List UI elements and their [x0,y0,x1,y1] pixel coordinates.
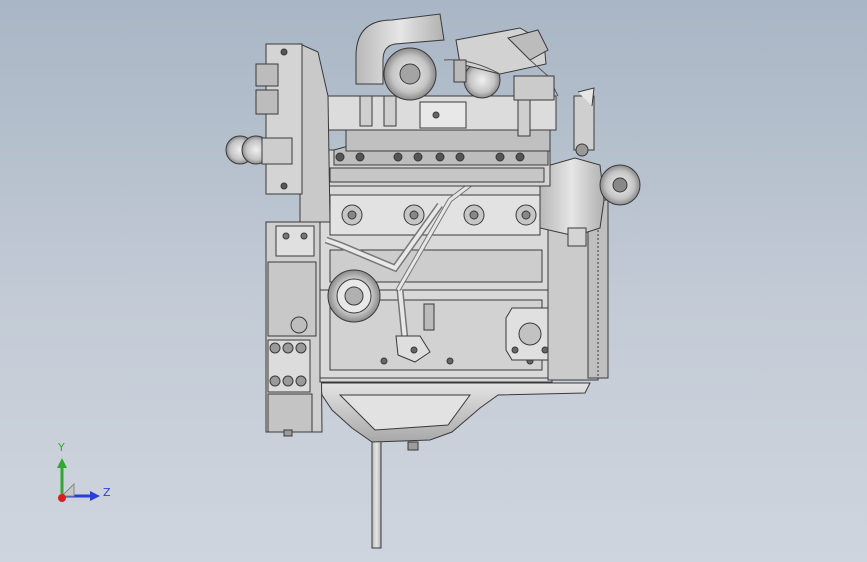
accessory-bracket [299,43,331,223]
z-axis-label: Z [103,486,111,499]
engine-3d-model[interactable] [0,0,867,562]
graphics-viewport[interactable]: Y Z [0,0,867,562]
y-axis-arrow-icon [57,458,67,496]
dipstick-tube [371,439,382,549]
y-axis-label: Y [58,441,65,454]
x-axis-origin-icon [58,482,75,502]
